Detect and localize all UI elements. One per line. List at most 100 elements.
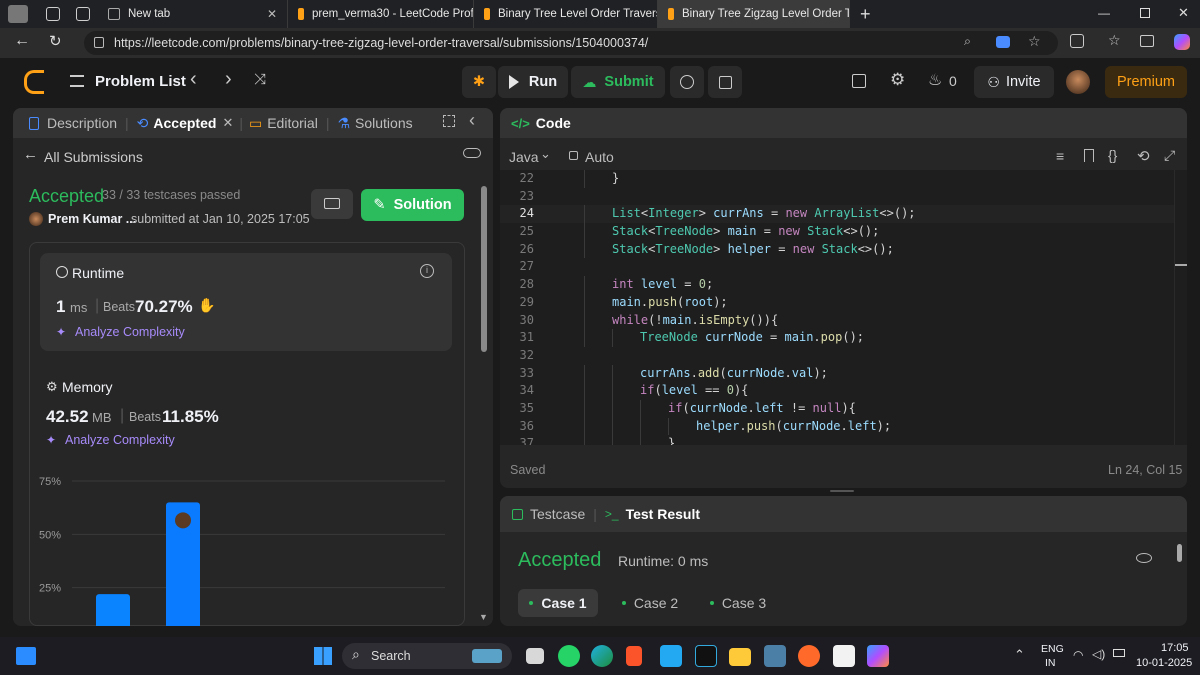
vscode-icon[interactable] [660, 645, 682, 667]
chart-bar[interactable] [96, 594, 130, 626]
wifi-icon[interactable]: ◠ [1073, 648, 1083, 662]
close-tab-icon[interactable]: ✕ [222, 115, 233, 131]
minimize-icon[interactable]: — [1098, 6, 1110, 20]
prev-problem-icon[interactable]: ‹ [190, 68, 197, 91]
clock-time[interactable]: 17:05 [1161, 642, 1189, 654]
tab-description[interactable]: Description [47, 115, 117, 131]
collections-icon[interactable] [1140, 35, 1154, 47]
image-viewer-icon[interactable] [764, 645, 786, 667]
task-view-icon[interactable] [526, 648, 544, 664]
region-indicator[interactable]: IN [1045, 657, 1056, 669]
code-line[interactable]: 22} [500, 170, 1175, 188]
tab-test-result[interactable]: Test Result [626, 506, 700, 522]
code-line[interactable]: 37} [500, 435, 1175, 445]
browser-tab-active[interactable]: Binary Tree Zigzag Level Order Tra ✕ [658, 0, 850, 28]
clock-date[interactable]: 10-01-2025 [1136, 657, 1192, 669]
collapse-chevron-icon[interactable]: ‹ [469, 110, 475, 131]
code-line[interactable]: 29 main.push(root); [500, 293, 1175, 312]
code-line[interactable]: 25 Stack<TreeNode> main = new Stack<>(); [500, 223, 1175, 241]
tab-accepted[interactable]: Accepted [153, 115, 216, 131]
file-explorer-icon[interactable] [729, 648, 751, 666]
solution-button[interactable]: ✎ Solution [361, 189, 464, 221]
invite-button[interactable]: ⚇ Invite [974, 66, 1054, 98]
scroll-down-icon[interactable]: ▼ [479, 612, 488, 622]
close-window-icon[interactable]: ✕ [1178, 5, 1189, 21]
tab-solutions[interactable]: Solutions [355, 115, 413, 131]
whatsapp-icon[interactable] [558, 645, 580, 667]
show-hidden-icons[interactable]: ⌃ [1014, 647, 1025, 663]
runtime-analyze-link[interactable]: Analyze Complexity [75, 325, 185, 339]
eye-icon[interactable] [1136, 553, 1152, 563]
fullscreen-icon[interactable]: ⤢ [1164, 147, 1175, 164]
widgets-icon[interactable] [16, 647, 36, 665]
problem-list-icon[interactable] [70, 75, 84, 87]
runtime-card[interactable]: Runtime i 1 ms | Beats 70.27% ✋ ✦ Analyz… [40, 253, 452, 351]
submit-button[interactable]: ☁ Submit [571, 66, 665, 98]
url-field[interactable]: https://leetcode.com/problems/binary-tre… [84, 31, 1058, 55]
timer-button[interactable] [670, 66, 704, 98]
language-indicator[interactable]: ENG [1041, 643, 1064, 655]
start-windows-icon[interactable] [314, 647, 332, 665]
brave-icon[interactable] [626, 646, 642, 666]
workspaces-icon[interactable] [46, 7, 60, 21]
layout-icon[interactable] [852, 74, 866, 88]
panel-resize-handle[interactable] [830, 490, 854, 492]
case-tab-1[interactable]: Case 1 [518, 589, 598, 617]
app-orange-icon[interactable] [798, 645, 820, 667]
browser-tab[interactable]: Binary Tree Level Order Traversal ✕ [474, 0, 658, 28]
edge-icon[interactable] [591, 645, 613, 667]
extensions-icon[interactable] [1070, 34, 1084, 48]
notes-button[interactable] [708, 66, 742, 98]
store-icon[interactable] [833, 645, 855, 667]
run-button[interactable]: Run [498, 66, 568, 98]
back-icon[interactable]: ← [14, 32, 30, 50]
all-submissions-link[interactable]: All Submissions [44, 149, 143, 165]
memory-analyze-link[interactable]: Analyze Complexity [65, 433, 175, 447]
case-tab-3[interactable]: Case 3 [698, 589, 778, 617]
left-scrollbar[interactable] [481, 186, 487, 352]
tab-testcase[interactable]: Testcase [530, 506, 585, 522]
autocomplete-mode[interactable]: Auto [585, 149, 614, 165]
link-icon[interactable] [463, 148, 481, 158]
tab-actions-icon[interactable] [76, 7, 90, 21]
code-line[interactable]: 34 if(level == 0){ [500, 382, 1175, 400]
debug-button[interactable]: ✱ [462, 66, 496, 98]
language-select[interactable]: Java [509, 149, 539, 165]
refresh-icon[interactable]: ↻ [49, 32, 62, 50]
code-line[interactable]: 23 [500, 188, 1175, 206]
code-line[interactable]: 26 Stack<TreeNode> helper = new Stack<>()… [500, 240, 1175, 259]
profile-avatar[interactable] [8, 5, 28, 23]
code-editor[interactable]: 22} 23 24 List<Integer> currAns = new Array… [500, 170, 1175, 445]
braces-icon[interactable]: {} [1108, 147, 1117, 163]
code-line[interactable]: 36 helper.push(currNode.left); [500, 417, 1175, 436]
code-line[interactable]: 33 currAns.add(currNode.val); [500, 364, 1175, 383]
browser-tab[interactable]: New tab ✕ [98, 0, 288, 28]
copilot-icon[interactable] [1174, 34, 1190, 50]
back-arrow-icon[interactable]: ← [23, 146, 38, 163]
code-line[interactable]: 32 [500, 347, 1175, 365]
code-line[interactable]: 24 List<Integer> currAns = new ArrayList<… [500, 205, 1175, 224]
code-line[interactable]: 31 TreeNode currNode = main.pop(); [500, 329, 1175, 347]
extension-icon[interactable] [996, 36, 1010, 48]
format-icon[interactable]: ≡ [1056, 148, 1064, 164]
submitter-name[interactable]: Prem Kumar ... [48, 212, 136, 226]
favorites-icon[interactable]: ☆ [1108, 32, 1121, 49]
code-line[interactable]: 30 while(!main.isEmpty()){ [500, 311, 1175, 330]
editor-scrollbar[interactable] [1174, 170, 1187, 445]
code-line[interactable]: 28 int level = 0; [500, 276, 1175, 294]
favorite-star-icon[interactable]: ☆ [1028, 33, 1041, 50]
settings-gear-icon[interactable]: ⚙ [890, 70, 905, 90]
chevron-down-icon[interactable]: ⌄ [540, 146, 551, 162]
shuffle-icon[interactable]: ⤨ [254, 71, 266, 88]
expand-icon[interactable] [443, 115, 455, 127]
battery-icon[interactable] [1113, 649, 1125, 657]
bookmark-icon[interactable] [1084, 149, 1094, 162]
zoom-icon[interactable]: ⌕ [964, 34, 971, 49]
next-problem-icon[interactable]: › [225, 68, 232, 91]
terminal-app-icon[interactable] [695, 645, 717, 667]
result-scrollbar[interactable] [1177, 544, 1182, 562]
user-avatar[interactable] [1066, 70, 1090, 94]
reset-icon[interactable]: ⟲ [1137, 147, 1150, 165]
close-icon[interactable]: ✕ [267, 7, 277, 21]
maximize-icon[interactable] [1140, 8, 1150, 18]
